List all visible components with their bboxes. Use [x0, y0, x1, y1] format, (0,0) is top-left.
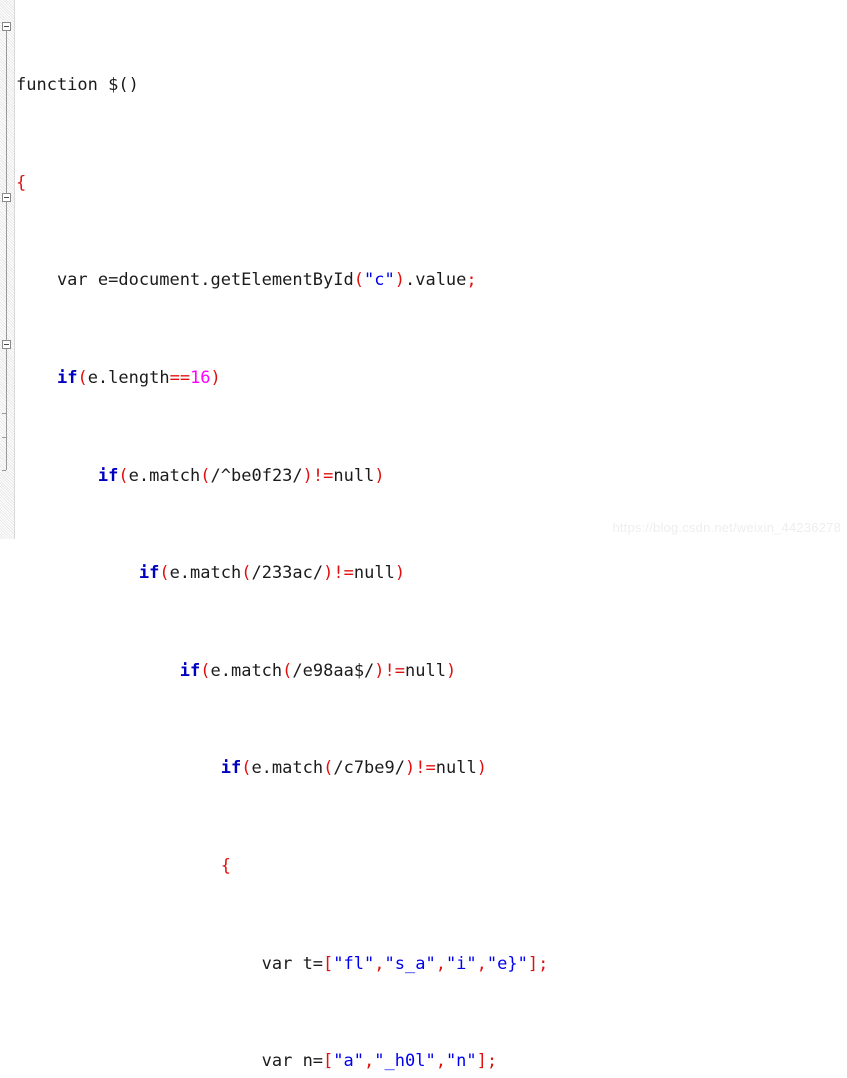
fold-end-marker-for	[2, 413, 7, 414]
code-line-1: function $()	[16, 75, 139, 96]
code-line-6: if(e.match(/233ac/)!=null)	[138, 563, 406, 584]
code-line-3: var e=document.getElementById("c").value…	[16, 270, 477, 291]
code-line-9: {	[220, 856, 231, 877]
fold-guide-line	[6, 26, 7, 470]
fold-end-marker-function	[2, 470, 6, 471]
folding-gutter[interactable]	[0, 0, 15, 539]
code-editor: function $() { var e=document.getElement…	[0, 0, 847, 1071]
code-line-10: var t=["fl","s_a","i","e}"];	[16, 953, 549, 974]
fold-toggle-function-body[interactable]	[2, 22, 11, 31]
code-line-7: if(e.match(/e98aa$/)!=null)	[179, 660, 457, 681]
code-line-4: if(e.length==16)	[56, 368, 221, 389]
code-line-11: var n=["a","_h0l","n"];	[16, 1051, 498, 1072]
watermark: https://blog.csdn.net/weixin_44236278	[612, 520, 841, 535]
fold-toggle-inner-block[interactable]	[2, 193, 11, 202]
code-content[interactable]: function $() { var e=document.getElement…	[16, 0, 847, 1071]
code-line-8: if(e.match(/c7be9/)!=null)	[220, 758, 487, 779]
code-line-5: if(e.match(/^be0f23/)!=null)	[97, 465, 385, 486]
fold-end-marker-inner	[2, 437, 7, 438]
code-line-2: {	[16, 172, 27, 193]
fold-toggle-for-body[interactable]	[2, 340, 11, 349]
